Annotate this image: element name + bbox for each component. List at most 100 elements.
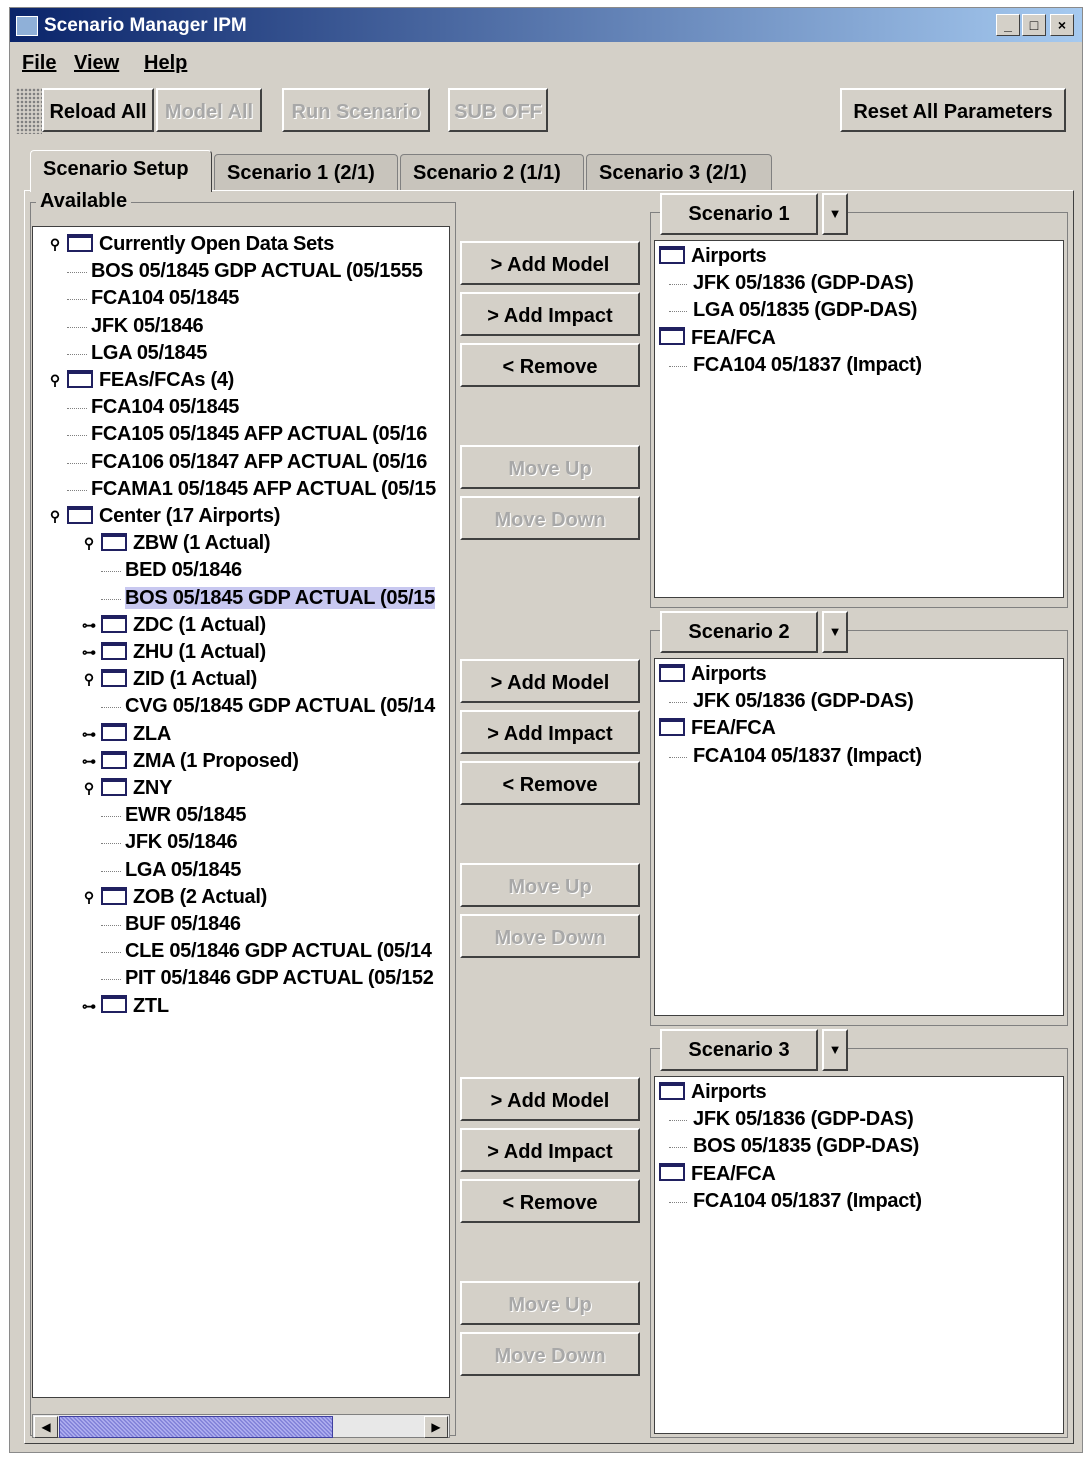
- tree-leaf-node[interactable]: BOS 05/1845 GDP ACTUAL (05/1555: [91, 258, 423, 285]
- tree-folder-node[interactable]: ZLA: [101, 721, 171, 748]
- scenario-2-add-model-button[interactable]: > Add Model: [460, 659, 640, 703]
- tree-leaf-node[interactable]: LGA 05/1845: [125, 857, 241, 884]
- tree-folder-node[interactable]: ZTL: [101, 993, 169, 1020]
- tree-expanded-handle-icon[interactable]: ⚲: [81, 780, 97, 796]
- tree-leaf-node[interactable]: LGA 05/1835 (GDP-DAS): [693, 297, 917, 324]
- menu-help[interactable]: Help: [144, 52, 187, 75]
- minimize-button[interactable]: _: [996, 14, 1020, 36]
- scenario-2-remove-button[interactable]: < Remove: [460, 761, 640, 805]
- scenario-3-selector-value[interactable]: Scenario 3: [660, 1029, 818, 1071]
- tree-leaf-node[interactable]: BUF 05/1846: [125, 911, 241, 938]
- scenario-2-selector[interactable]: Scenario 2 ▼: [660, 611, 848, 653]
- scenario-3-add-impact-button[interactable]: > Add Impact: [460, 1128, 640, 1172]
- scenario-3-move-down-button[interactable]: Move Down: [460, 1332, 640, 1376]
- tree-leaf-node[interactable]: BED 05/1846: [125, 557, 242, 584]
- tree-leaf-node[interactable]: CLE 05/1846 GDP ACTUAL (05/14: [125, 938, 432, 965]
- available-tree[interactable]: ⚲ Currently Open Data Sets BOS 05/1845 GDP…: [32, 226, 450, 1398]
- tab-scenario-3[interactable]: Scenario 3 (2/1): [586, 154, 772, 190]
- scenario-1-remove-button[interactable]: < Remove: [460, 343, 640, 387]
- tree-expanded-handle-icon[interactable]: ⚲: [47, 372, 63, 388]
- scenario-2-add-impact-button[interactable]: > Add Impact: [460, 710, 640, 754]
- scenario-1-add-impact-button[interactable]: > Add Impact: [460, 292, 640, 336]
- run-scenario-button[interactable]: Run Scenario: [282, 88, 430, 132]
- tree-leaf-node[interactable]: FCA104 05/1845: [91, 285, 239, 312]
- tree-folder-node[interactable]: FEA/FCA: [659, 325, 776, 352]
- dropdown-arrow-icon[interactable]: ▼: [822, 193, 848, 235]
- scenario-1-selector-value[interactable]: Scenario 1: [660, 193, 818, 235]
- tree-leaf-node[interactable]: PIT 05/1846 GDP ACTUAL (05/152: [125, 965, 434, 992]
- scenario-1-move-up-button[interactable]: Move Up: [460, 445, 640, 489]
- tree-folder-node[interactable]: Airports: [659, 243, 767, 270]
- tree-folder-node[interactable]: ZMA (1 Proposed): [101, 748, 299, 775]
- tree-expanded-handle-icon[interactable]: ⚲: [47, 236, 63, 252]
- scenario-3-tree[interactable]: Airports JFK 05/1836 (GDP-DAS) BOS 05/1835…: [654, 1076, 1064, 1434]
- tree-leaf-node[interactable]: FCA106 05/1847 AFP ACTUAL (05/16: [91, 449, 427, 476]
- tree-folder-node[interactable]: ZNY: [101, 775, 172, 802]
- tree-leaf-node[interactable]: JFK 05/1836 (GDP-DAS): [693, 270, 914, 297]
- tree-folder-node[interactable]: Currently Open Data Sets: [67, 231, 334, 258]
- scroll-thumb[interactable]: [59, 1416, 333, 1438]
- reset-all-parameters-button[interactable]: Reset All Parameters: [840, 88, 1066, 132]
- tree-leaf-node[interactable]: FCA104 05/1837 (Impact): [693, 1188, 922, 1215]
- scenario-2-selector-value[interactable]: Scenario 2: [660, 611, 818, 653]
- scenario-3-selector[interactable]: Scenario 3 ▼: [660, 1029, 848, 1071]
- scenario-2-move-up-button[interactable]: Move Up: [460, 863, 640, 907]
- close-button[interactable]: ×: [1050, 14, 1074, 36]
- tree-expanded-handle-icon[interactable]: ⚲: [47, 508, 63, 524]
- scenario-2-tree[interactable]: Airports JFK 05/1836 (GDP-DAS) FEA/FCA FCA1…: [654, 658, 1064, 1016]
- tree-collapsed-handle-icon[interactable]: ⊶: [81, 998, 97, 1014]
- tree-expanded-handle-icon[interactable]: ⚲: [81, 535, 97, 551]
- tree-folder-node[interactable]: Airports: [659, 661, 767, 688]
- tree-collapsed-handle-icon[interactable]: ⊶: [81, 726, 97, 742]
- scenario-2-move-down-button[interactable]: Move Down: [460, 914, 640, 958]
- tree-leaf-node[interactable]: JFK 05/1836 (GDP-DAS): [693, 1106, 914, 1133]
- tree-expanded-handle-icon[interactable]: ⚲: [81, 671, 97, 687]
- tab-scenario-2[interactable]: Scenario 2 (1/1): [400, 154, 584, 190]
- tree-leaf-node[interactable]: FCA104 05/1837 (Impact): [693, 743, 922, 770]
- tree-leaf-node[interactable]: CVG 05/1845 GDP ACTUAL (05/14: [125, 693, 435, 720]
- tree-folder-node[interactable]: Airports: [659, 1079, 767, 1106]
- tree-leaf-node[interactable]: LGA 05/1845: [91, 340, 207, 367]
- tree-expanded-handle-icon[interactable]: ⚲: [81, 889, 97, 905]
- sub-off-button[interactable]: SUB OFF: [448, 88, 548, 132]
- scenario-3-move-up-button[interactable]: Move Up: [460, 1281, 640, 1325]
- tree-leaf-node[interactable]: FCA104 05/1837 (Impact): [693, 352, 922, 379]
- tree-leaf-node[interactable]: FCA105 05/1845 AFP ACTUAL (05/16: [91, 421, 427, 448]
- scenario-1-selector[interactable]: Scenario 1 ▼: [660, 193, 848, 235]
- tab-scenario-setup[interactable]: Scenario Setup: [30, 150, 212, 192]
- tree-leaf-node[interactable]: FCA104 05/1845: [91, 394, 239, 421]
- dropdown-arrow-icon[interactable]: ▼: [822, 1029, 848, 1071]
- tree-folder-node[interactable]: FEA/FCA: [659, 1161, 776, 1188]
- scenario-3-remove-button[interactable]: < Remove: [460, 1179, 640, 1223]
- scroll-left-arrow-icon[interactable]: ◀: [34, 1416, 58, 1438]
- tree-leaf-node[interactable]: EWR 05/1845: [125, 802, 247, 829]
- tree-leaf-node[interactable]: JFK 05/1836 (GDP-DAS): [693, 688, 914, 715]
- toolbar-grip[interactable]: [16, 88, 42, 134]
- tree-collapsed-handle-icon[interactable]: ⊶: [81, 644, 97, 660]
- tree-folder-node[interactable]: ZBW (1 Actual): [101, 530, 271, 557]
- tree-folder-node[interactable]: FEA/FCA: [659, 715, 776, 742]
- tree-leaf-node[interactable]: BOS 05/1835 (GDP-DAS): [693, 1133, 919, 1160]
- reload-all-button[interactable]: Reload All: [42, 88, 154, 132]
- model-all-button[interactable]: Model All: [156, 88, 262, 132]
- dropdown-arrow-icon[interactable]: ▼: [822, 611, 848, 653]
- scroll-right-arrow-icon[interactable]: ▶: [424, 1416, 448, 1438]
- tree-leaf-node[interactable]: JFK 05/1846: [91, 313, 204, 340]
- tree-folder-node[interactable]: ZID (1 Actual): [101, 666, 257, 693]
- scenario-1-tree[interactable]: Airports JFK 05/1836 (GDP-DAS) LGA 05/1835…: [654, 240, 1064, 598]
- tree-folder-node[interactable]: ZOB (2 Actual): [101, 884, 267, 911]
- scenario-1-add-model-button[interactable]: > Add Model: [460, 241, 640, 285]
- tab-scenario-1[interactable]: Scenario 1 (2/1): [214, 154, 398, 190]
- tree-collapsed-handle-icon[interactable]: ⊶: [81, 753, 97, 769]
- tree-leaf-node[interactable]: JFK 05/1846: [125, 829, 238, 856]
- tree-folder-node[interactable]: FEAs/FCAs (4): [67, 367, 234, 394]
- tree-leaf-node[interactable]: FCAMA1 05/1845 AFP ACTUAL (05/15: [91, 476, 436, 503]
- maximize-button[interactable]: □: [1022, 14, 1046, 36]
- menu-view[interactable]: View: [74, 52, 119, 75]
- scenario-1-move-down-button[interactable]: Move Down: [460, 496, 640, 540]
- tree-folder-node[interactable]: Center (17 Airports): [67, 503, 280, 530]
- tree-folder-node[interactable]: ZDC (1 Actual): [101, 612, 266, 639]
- scenario-3-add-model-button[interactable]: > Add Model: [460, 1077, 640, 1121]
- tree-collapsed-handle-icon[interactable]: ⊶: [81, 617, 97, 633]
- menu-file[interactable]: File: [22, 52, 56, 75]
